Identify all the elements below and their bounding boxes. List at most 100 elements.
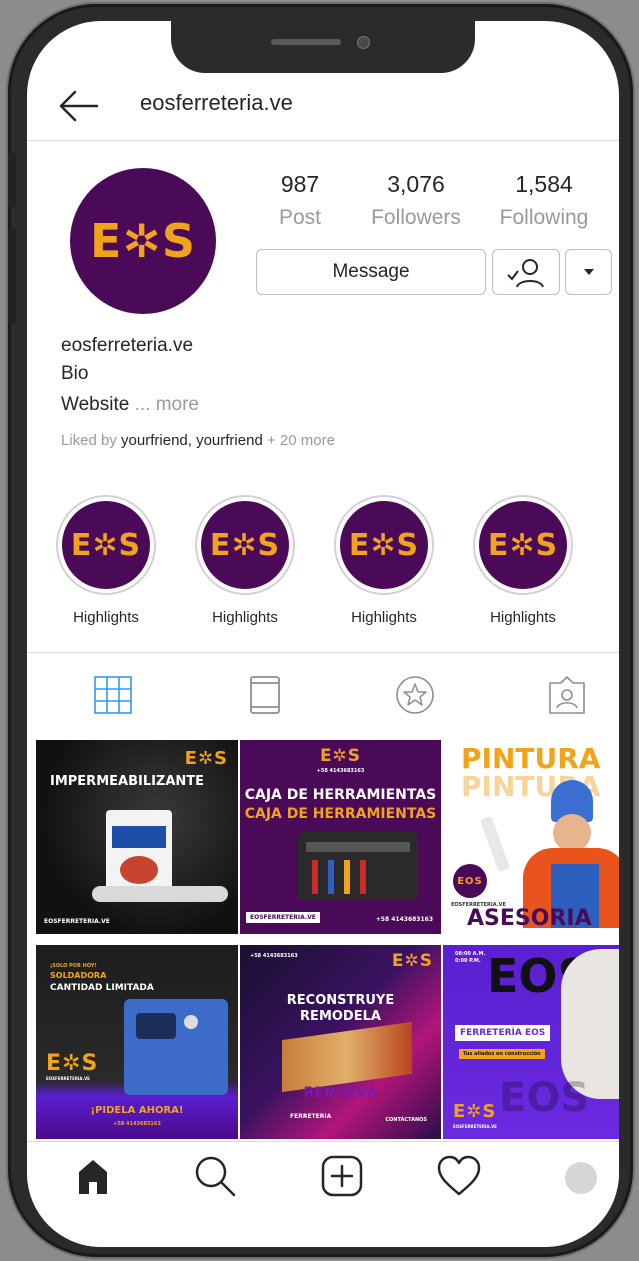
highlight-item[interactable]: E✲S Highlights	[471, 495, 575, 626]
stat-posts[interactable]: 987 Post	[245, 171, 355, 230]
stat-following[interactable]: 1,584 Following	[486, 171, 602, 230]
stat-label: Post	[278, 206, 322, 229]
bottom-navigation	[27, 1141, 619, 1247]
liked-suffix: + 20 more	[266, 432, 335, 449]
home-icon[interactable]	[71, 1154, 115, 1198]
post-thumbnail[interactable]: E✲S IMPERMEABILIZANTE EOSFERRETERIA.VE	[36, 740, 238, 934]
profile-username-header: eosferreteria.ve	[140, 90, 293, 115]
highlight-ring: E✲S	[195, 495, 295, 595]
post-site: EOSFERRETERIA.VE	[453, 1124, 497, 1129]
tool	[328, 860, 334, 894]
follow-status-button[interactable]	[492, 249, 560, 295]
post-banner: FERRETERÍA EOS	[455, 1025, 551, 1041]
highlight-item[interactable]: E✲S Highlights	[54, 495, 158, 626]
highlight-label: Highlights	[490, 609, 556, 626]
post-thumbnail[interactable]: +58 4143683163 E✲S RECONSTRUYE REMODELA …	[240, 945, 441, 1139]
side-button	[8, 228, 16, 324]
stat-value: 3,076	[387, 171, 445, 197]
post-title: ASESORIA	[467, 906, 592, 931]
tool	[312, 860, 318, 894]
reels-icon[interactable]	[245, 675, 285, 715]
more-link[interactable]: ... more	[135, 394, 199, 415]
brand-badge: EOS	[453, 864, 487, 898]
heart-icon[interactable]	[437, 1154, 481, 1198]
welder-panel	[136, 1013, 176, 1039]
paint-bucket-image	[106, 810, 172, 892]
highlight-ring: E✲S	[334, 495, 434, 595]
post-footer: EOSFERRETERIA.VE	[246, 912, 320, 923]
phone-screen: eosferreteria.ve E✲S 987 Post 3,076 Foll…	[27, 21, 619, 1247]
liked-by[interactable]: Liked by yourfriend, yourfriend + 20 mor…	[61, 432, 335, 449]
post-thumbnail[interactable]: PINTURA PINTURA EOS EOSFERRETERIA.VE ASE…	[443, 740, 619, 934]
post-thumbnail[interactable]: 08:00 A.M. 0:00 P.M. EOS FERRETERÍA EOS …	[443, 945, 619, 1139]
brand-logo: E✲S	[487, 527, 559, 563]
brand-logo: E✲S	[184, 748, 228, 769]
post-cta: ¡PIDELA AHORA!	[90, 1105, 184, 1116]
highlight-ring: E✲S	[56, 495, 156, 595]
tool	[360, 860, 366, 894]
post-title: CAJA DE HERRAMIENTAS	[244, 787, 437, 803]
tool	[344, 860, 350, 894]
stat-value: 987	[280, 171, 320, 197]
highlight-cover: E✲S	[201, 501, 289, 589]
profile-avatar[interactable]: E✲S	[70, 168, 216, 314]
user-check-icon	[507, 259, 544, 288]
profile-name: eosferreteria.ve	[61, 335, 194, 356]
liked-prefix: Liked by	[61, 432, 117, 449]
post-title: RECONSTRUYE	[286, 993, 395, 1008]
post-thumbnail[interactable]: E✲S +58 4143683163 CAJA DE HERRAMIENTAS …	[240, 740, 441, 934]
post-hours: 0:00 P.M.	[455, 958, 481, 964]
post-footer: FERRETERIA	[290, 1113, 332, 1120]
camera	[357, 36, 370, 49]
search-icon[interactable]	[193, 1154, 237, 1198]
brand-logo: E✲S	[391, 951, 433, 971]
profile-website[interactable]: Website ... more	[61, 394, 199, 416]
post-tagline: Tus aliados en construcción	[459, 1049, 545, 1059]
bucket-graphic	[120, 856, 158, 884]
phone-frame: eosferreteria.ve E✲S 987 Post 3,076 Foll…	[8, 4, 633, 1257]
notch	[171, 21, 475, 73]
website-link[interactable]: Website	[61, 394, 129, 415]
highlight-cover: E✲S	[62, 501, 150, 589]
star-icon[interactable]	[395, 675, 435, 715]
post-hours: 08:00 A.M.	[455, 951, 486, 957]
grid-icon[interactable]	[93, 675, 133, 715]
brand-logo: E✲S	[209, 527, 281, 563]
stat-followers[interactable]: 3,076 Followers	[358, 171, 474, 230]
liked-users[interactable]: yourfriend, yourfriend	[121, 432, 263, 449]
materials-image	[282, 1021, 412, 1093]
profile-avatar-icon[interactable]	[565, 1162, 597, 1194]
brand-logo: E✲S	[70, 527, 142, 563]
back-arrow-icon[interactable]	[55, 86, 101, 126]
welder-image	[124, 999, 228, 1095]
brand-logo: E✲S	[319, 746, 362, 766]
highlight-label: Highlights	[351, 609, 417, 626]
post-site: EOSFERRETERIA.VE	[46, 1076, 90, 1081]
toolbox-lid	[306, 842, 410, 852]
post-phone: +58 4143683163	[375, 916, 433, 923]
highlight-cover: E✲S	[340, 501, 428, 589]
stat-label: Followers	[371, 206, 461, 229]
brand-logo: E✲S	[46, 1051, 99, 1076]
stat-value: 1,584	[515, 171, 573, 197]
side-button	[8, 152, 16, 208]
stat-label: Following	[499, 206, 589, 229]
new-post-icon[interactable]	[320, 1154, 364, 1198]
bucket-label	[112, 826, 166, 848]
post-footer: CONTÁCTANOS	[385, 1117, 427, 1123]
post-title: RENUEVA	[303, 1085, 378, 1101]
profile-tabs	[27, 652, 619, 737]
tagged-icon[interactable]	[547, 675, 587, 715]
more-options-button[interactable]	[565, 249, 612, 295]
post-subtitle: SOLDADORA	[50, 971, 107, 980]
post-thumbnail[interactable]: ¡SOLO POR HOY! SOLDADORA CANTIDAD LIMITA…	[36, 945, 238, 1139]
profile-bio: Bio	[61, 363, 89, 384]
highlight-item[interactable]: E✲S Highlights	[332, 495, 436, 626]
hand-image	[92, 886, 228, 902]
highlight-label: Highlights	[73, 609, 139, 626]
message-button[interactable]: Message	[256, 249, 486, 295]
post-phone: +58 4143683163	[316, 768, 365, 774]
brand-logo: E✲S	[348, 527, 420, 563]
paint-roller	[479, 815, 511, 873]
highlight-item[interactable]: E✲S Highlights	[193, 495, 297, 626]
